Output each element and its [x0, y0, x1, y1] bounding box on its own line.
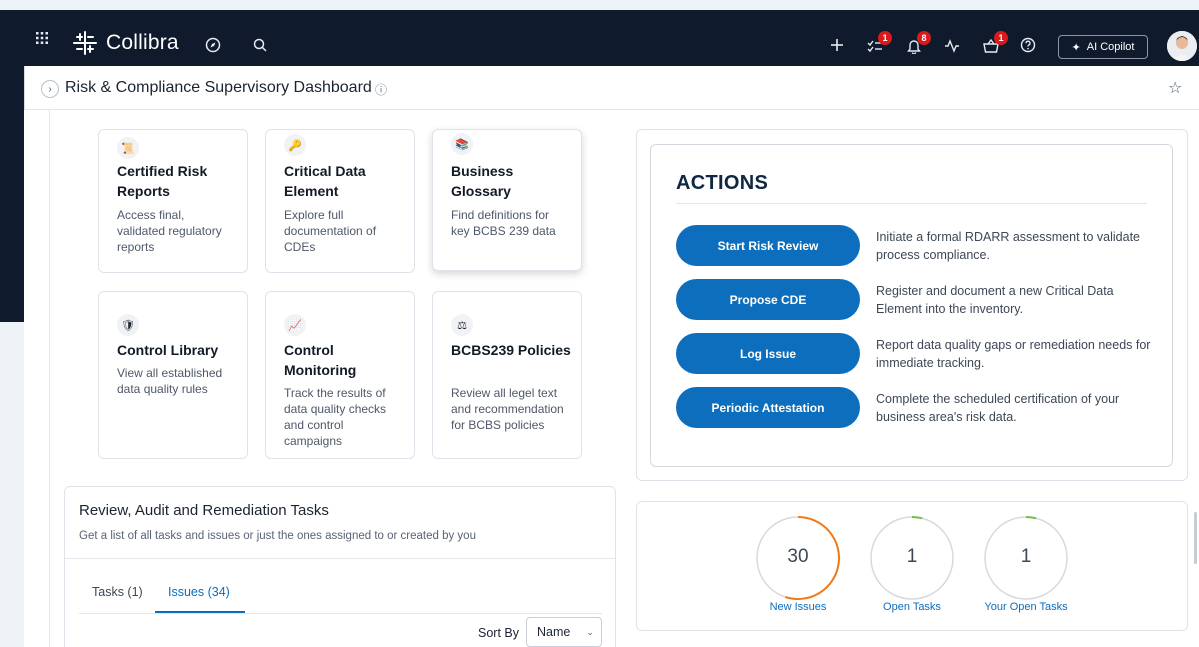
stat-new-issues[interactable]: 30: [756, 516, 840, 600]
scales-icon: ⚖: [451, 314, 473, 336]
stat-value: 1: [906, 546, 918, 567]
card-control-library[interactable]: 🛡 Control Library View all established d…: [98, 291, 248, 459]
basket-badge: 1: [994, 31, 1008, 45]
info-icon[interactable]: ⓘ: [375, 81, 387, 98]
collibra-logo-icon: [73, 31, 97, 55]
card-description: Review all legel text and recommendation…: [451, 386, 564, 432]
top-navigation-bar: Collibra 1 8 1 ✦ AI Copilot: [0, 10, 1199, 66]
tasks-badge: 1: [878, 31, 892, 45]
action-description: Initiate a formal RDARR assessment to va…: [876, 230, 1140, 262]
stat-arc: [1025, 516, 1037, 520]
card-control-monitoring[interactable]: 📈 Control Monitoring Track the results o…: [265, 291, 415, 459]
card-description: Track the results of data quality checks…: [284, 386, 387, 448]
card-title: Critical Data Element: [284, 163, 366, 199]
scroll-icon: 📜: [117, 137, 139, 159]
basket-icon[interactable]: 1: [982, 31, 1008, 55]
brand-name: Collibra: [106, 31, 179, 54]
card-title: Certified Risk Reports: [117, 163, 208, 199]
stat-label[interactable]: Your Open Tasks: [966, 601, 1086, 613]
plus-icon[interactable]: [828, 36, 846, 54]
tab-tasks[interactable]: Tasks (1): [92, 585, 143, 599]
actions-title: ACTIONS: [676, 172, 769, 194]
page-title: Risk & Compliance Supervisory Dashboard: [65, 79, 372, 96]
activity-icon[interactable]: [943, 37, 961, 55]
ai-copilot-label: AI Copilot: [1086, 41, 1135, 53]
title-bar: › Risk & Compliance Supervisory Dashboar…: [25, 66, 1199, 110]
card-description: Explore full documentation of CDEs: [284, 208, 377, 254]
stat-label[interactable]: Open Tasks: [852, 601, 972, 613]
brand-logo[interactable]: Collibra: [72, 30, 179, 56]
card-description: Find definitions for key BCBS 239 data: [451, 208, 556, 238]
bell-icon[interactable]: 8: [905, 31, 931, 55]
sort-by-value: Name: [537, 625, 571, 639]
propose-cde-button[interactable]: Propose CDE: [676, 279, 860, 320]
card-description: Access final, validated regulatory repor…: [117, 208, 222, 254]
active-tab-indicator: [155, 611, 245, 613]
chevron-down-icon: ⌄: [586, 626, 594, 637]
card-business-glossary[interactable]: 📚 Business Glossary Find definitions for…: [432, 129, 582, 271]
card-title: Business Glossary: [451, 163, 514, 199]
help-icon[interactable]: [1019, 36, 1037, 54]
sort-by-label: Sort By: [478, 626, 519, 640]
tab-issues[interactable]: Issues (34): [168, 585, 230, 599]
log-issue-button[interactable]: Log Issue: [676, 333, 860, 374]
tasks-subtitle: Get a list of all tasks and issues or ju…: [79, 530, 476, 542]
action-description: Complete the scheduled certification of …: [876, 392, 1120, 424]
tabs-divider: [79, 613, 602, 614]
key-icon: 🔑: [284, 134, 306, 156]
stat-open-tasks[interactable]: 1: [870, 516, 954, 600]
divider: [676, 203, 1147, 204]
search-icon[interactable]: [251, 36, 269, 54]
stat-value: 1: [1020, 546, 1032, 567]
card-title: Control Monitoring: [284, 342, 357, 378]
card-bcbs239-policies[interactable]: ⚖ BCBS239 Policies Review all legel text…: [432, 291, 582, 459]
app-grid-icon[interactable]: [34, 28, 50, 48]
card-description: View all established data quality rules: [117, 366, 223, 396]
card-title: BCBS239 Policies: [451, 342, 571, 358]
user-avatar[interactable]: [1167, 31, 1197, 61]
tasks-title: Review, Audit and Remediation Tasks: [79, 502, 329, 519]
favorite-star-icon[interactable]: ☆: [1168, 78, 1182, 98]
sparkle-icon: ✦: [1071, 41, 1081, 54]
action-description: Register and document a new Critical Dat…: [876, 284, 1114, 316]
chart-icon: 📈: [284, 314, 306, 336]
card-critical-data-element[interactable]: 🔑 Critical Data Element Explore full doc…: [265, 129, 415, 273]
divider: [65, 558, 615, 559]
shield-icon: 🛡: [117, 314, 139, 336]
ai-copilot-button[interactable]: ✦ AI Copilot: [1058, 35, 1148, 59]
action-description: Report data quality gaps or remediation …: [876, 338, 1151, 370]
notifications-badge: 8: [917, 31, 931, 45]
sort-by-select[interactable]: Name ⌄: [526, 617, 602, 647]
card-title: Control Library: [117, 342, 219, 358]
stat-your-open-tasks[interactable]: 1: [984, 516, 1068, 600]
left-rail: [24, 110, 50, 647]
card-certified-risk-reports[interactable]: 📜 Certified Risk Reports Access final, v…: [98, 129, 248, 273]
tasks-icon[interactable]: 1: [866, 31, 892, 55]
stat-arc: [911, 516, 923, 520]
periodic-attestation-button[interactable]: Periodic Attestation: [676, 387, 860, 428]
stat-value: 30: [787, 546, 809, 567]
books-icon: 📚: [451, 133, 473, 155]
stat-label[interactable]: New Issues: [738, 601, 858, 613]
chevron-right-icon: ›: [48, 83, 52, 95]
compass-icon[interactable]: [204, 36, 222, 54]
start-risk-review-button[interactable]: Start Risk Review: [676, 225, 860, 266]
scrollbar[interactable]: [1194, 512, 1197, 564]
expand-sidebar-button[interactable]: ›: [41, 80, 59, 98]
